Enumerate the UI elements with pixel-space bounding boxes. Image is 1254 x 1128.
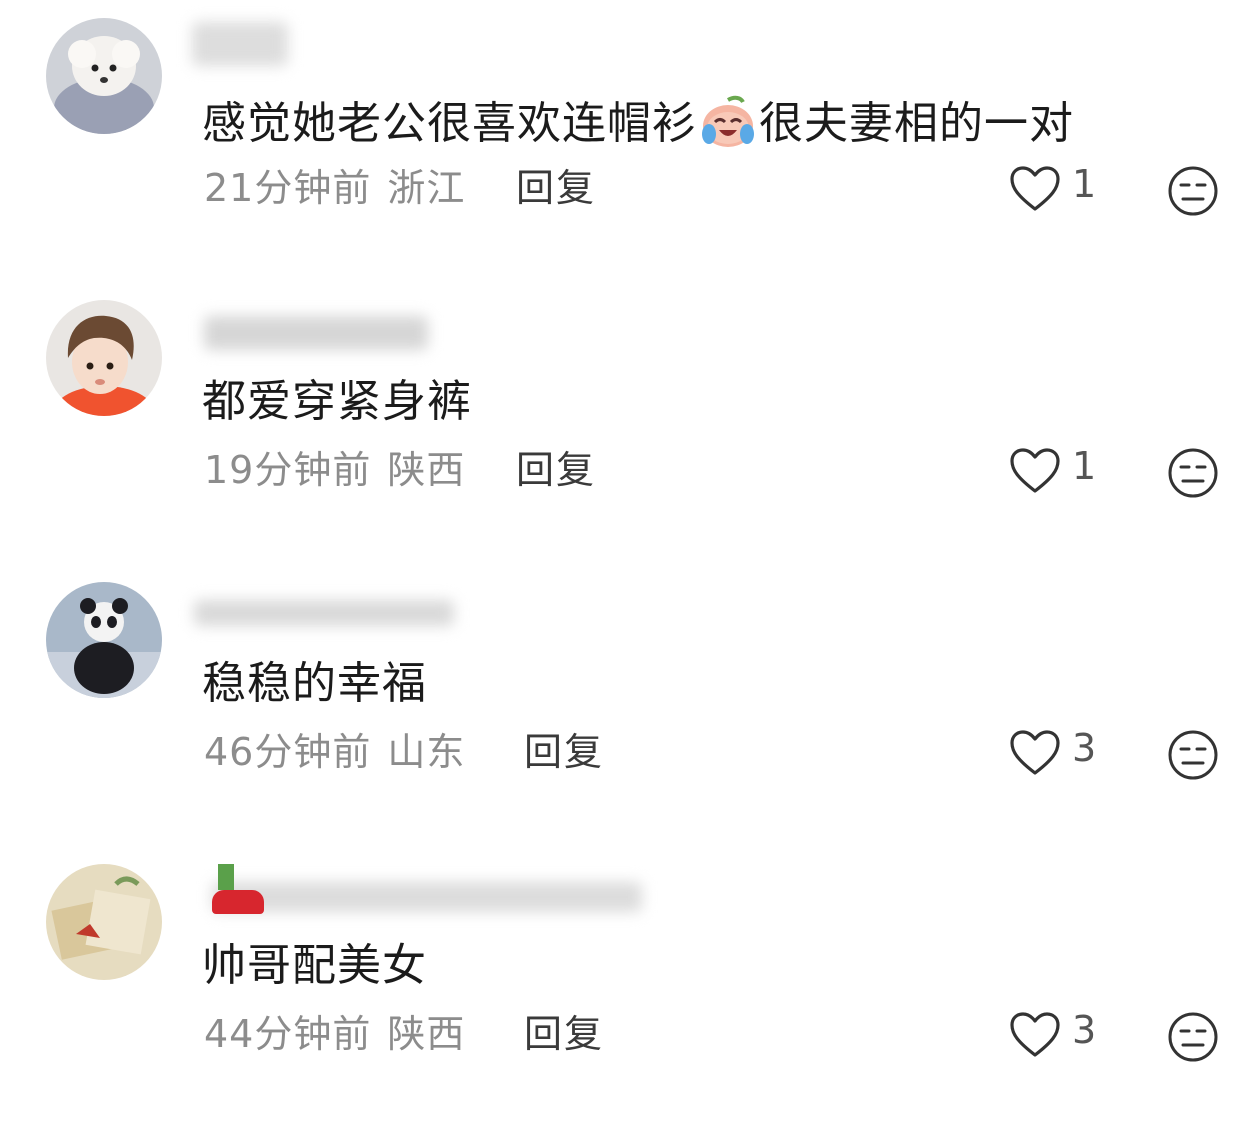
comment-time: 21分钟前 [204, 166, 372, 210]
crying-laughing-peach-emoji [699, 92, 757, 150]
comment-time: 46分钟前 [204, 730, 372, 774]
user-badge-icon [218, 864, 234, 890]
neutral-face-icon[interactable] [1166, 164, 1220, 218]
like-count: 1 [1072, 444, 1097, 488]
like-count: 3 [1072, 1008, 1097, 1052]
heart-outline-icon[interactable] [1008, 728, 1062, 778]
username-blurred [212, 882, 642, 912]
reply-button[interactable]: 回复 [516, 446, 596, 494]
neutral-face-icon[interactable] [1166, 1010, 1220, 1064]
neutral-face-icon[interactable] [1166, 728, 1220, 782]
panda-costume-avatar-image [46, 582, 162, 698]
toddler-avatar-image [46, 300, 162, 416]
username-blurred [192, 22, 288, 66]
heart-outline-icon[interactable] [1008, 1010, 1062, 1060]
avatar[interactable] [46, 864, 162, 980]
reply-button[interactable]: 回复 [524, 728, 604, 776]
comment-item: 感觉她老公很喜欢连帽衫 很夫妻相的一对 21分钟前 浙江 回复 1 [0, 0, 1254, 282]
comment-location: 陕西 [387, 448, 466, 492]
comment-time: 44分钟前 [204, 1012, 372, 1056]
comment-item: 都爱穿紧身裤 19分钟前 陕西 回复 1 [0, 282, 1254, 564]
comment-time: 19分钟前 [204, 448, 372, 492]
avatar[interactable] [46, 18, 162, 134]
neutral-face-icon[interactable] [1166, 446, 1220, 500]
avatar[interactable] [46, 582, 162, 698]
comment-location: 陕西 [387, 1012, 466, 1056]
reply-button[interactable]: 回复 [524, 1010, 604, 1058]
user-badge-icon [212, 890, 264, 914]
comment-location: 浙江 [387, 166, 466, 210]
like-count: 3 [1072, 726, 1097, 770]
comment-meta: 44分钟前 陕西 [204, 1010, 465, 1058]
avatar[interactable] [46, 300, 162, 416]
comment-meta: 46分钟前 山东 [204, 728, 465, 776]
comment-text: 帅哥配美女 [202, 940, 427, 991]
comment-meta: 19分钟前 陕西 [204, 446, 465, 494]
comment-item: 帅哥配美女 44分钟前 陕西 回复 3 [0, 846, 1254, 1128]
username-blurred [204, 316, 428, 350]
comment-text: 稳稳的幸福 [202, 658, 427, 709]
paper-craft-avatar-image [46, 864, 162, 980]
comment-meta: 21分钟前 浙江 [204, 164, 465, 212]
comment-item: 稳稳的幸福 46分钟前 山东 回复 3 [0, 564, 1254, 846]
like-count: 1 [1072, 162, 1097, 206]
heart-outline-icon[interactable] [1008, 446, 1062, 496]
comment-text: 都爱穿紧身裤 [202, 376, 472, 427]
username-blurred [194, 600, 454, 626]
comment-text: 感觉她老公很喜欢连帽衫 很夫妻相的一对 [202, 92, 1074, 152]
white-dog-avatar-image [46, 18, 162, 134]
comment-location: 山东 [387, 730, 466, 774]
heart-outline-icon[interactable] [1008, 164, 1062, 214]
reply-button[interactable]: 回复 [516, 164, 596, 212]
